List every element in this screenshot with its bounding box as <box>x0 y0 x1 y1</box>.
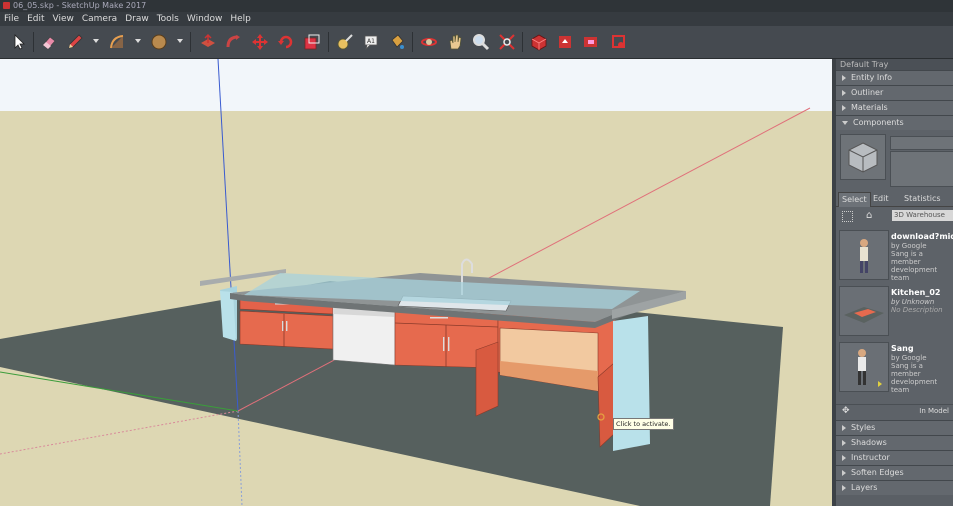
person-figure-icon <box>858 349 882 387</box>
expand-arrow-icon <box>842 74 846 81</box>
menu-edit[interactable]: Edit <box>23 12 48 26</box>
paint-bucket-icon[interactable] <box>386 31 408 53</box>
cabinet-door-open-right <box>597 362 616 448</box>
pencil-icon[interactable] <box>64 31 86 53</box>
sketchup-logo-icon <box>3 2 10 9</box>
panel-instructor[interactable]: Instructor <box>836 450 953 465</box>
menu-file[interactable]: File <box>0 12 23 26</box>
kitchen-model-icon <box>844 307 884 323</box>
tray-title: Default Tray <box>836 59 953 70</box>
zoom-extents-icon[interactable] <box>496 31 518 53</box>
tab-select[interactable]: Select <box>838 192 871 207</box>
add-component-icon[interactable]: ✥ <box>842 406 850 416</box>
component-item[interactable]: Kitchen_02 by Unknown No Description <box>836 286 953 338</box>
window-title: 06_05.skp - SketchUp Make 2017 <box>13 1 147 10</box>
menu-tools[interactable]: Tools <box>153 12 183 26</box>
search-input[interactable]: 3D Warehouse <box>892 210 953 221</box>
panel-components[interactable]: Components <box>836 115 953 130</box>
eraser-icon[interactable] <box>38 31 60 53</box>
pan-icon[interactable] <box>444 31 466 53</box>
move-icon[interactable] <box>249 31 271 53</box>
model-canvas[interactable] <box>0 59 832 506</box>
component-name-field[interactable] <box>890 136 953 150</box>
cabinet-door-open-left <box>475 341 499 417</box>
warehouse-icon[interactable] <box>528 31 550 53</box>
panel-styles[interactable]: Styles <box>836 420 953 435</box>
right-end-wall <box>613 316 650 451</box>
panel-entity-info[interactable]: Entity Info <box>836 70 953 85</box>
expand-arrow-icon <box>842 454 846 461</box>
components-panel-body: Select Edit Statistics ⌂ 3D Warehouse do… <box>836 130 953 420</box>
tooltip: Click to activate. <box>613 418 674 430</box>
tape-measure-icon[interactable] <box>334 31 356 53</box>
follow-me-icon[interactable] <box>223 31 245 53</box>
extension-icon[interactable] <box>580 31 602 53</box>
menu-help[interactable]: Help <box>226 12 255 26</box>
components-footer: ✥ In Model <box>836 404 953 419</box>
zoom-icon[interactable] <box>470 31 492 53</box>
panel-outliner[interactable]: Outliner <box>836 85 953 100</box>
select-icon[interactable] <box>8 31 30 53</box>
default-tray: Default Tray Entity Info Outliner Materi… <box>836 59 953 506</box>
share-model-icon[interactable] <box>554 31 576 53</box>
orbit-icon[interactable] <box>418 31 440 53</box>
tab-edit[interactable]: Edit <box>870 192 892 206</box>
component-preview <box>840 134 886 180</box>
menu-bar: File Edit View Camera Draw Tools Window Help <box>0 12 953 26</box>
expand-arrow-icon <box>842 104 846 111</box>
circle-icon[interactable] <box>148 31 170 53</box>
sky <box>0 59 832 111</box>
in-model-label: In Model <box>919 407 949 415</box>
components-tabs: Select Edit Statistics <box>836 190 953 207</box>
svg-text:A1: A1 <box>367 38 375 45</box>
menu-draw[interactable]: Draw <box>121 12 153 26</box>
rotate-icon[interactable] <box>275 31 297 53</box>
tab-statistics[interactable]: Statistics <box>901 192 944 206</box>
cube-icon <box>848 142 878 173</box>
panel-soften-edges[interactable]: Soften Edges <box>836 465 953 480</box>
person-figure-icon <box>860 239 868 273</box>
view-options-icon[interactable] <box>842 211 853 222</box>
expand-arrow-icon <box>842 469 846 476</box>
component-item[interactable]: download?mid by Google Sang is a member … <box>836 230 953 282</box>
home-icon[interactable]: ⌂ <box>866 210 872 221</box>
push-pull-icon[interactable] <box>197 31 219 53</box>
offset-icon[interactable] <box>301 31 323 53</box>
menu-view[interactable]: View <box>49 12 78 26</box>
components-nav-bar: ⌂ 3D Warehouse <box>836 209 953 223</box>
component-description-field[interactable] <box>890 151 953 187</box>
large-tool-set-toolbar: A1 <box>0 26 953 59</box>
component-item[interactable]: Sang by Google Sang is a member developm… <box>836 342 953 394</box>
panel-layers[interactable]: Layers <box>836 480 953 495</box>
expand-arrow-icon <box>842 484 846 491</box>
model-viewport[interactable]: Click to activate. <box>0 59 832 506</box>
panel-shadows[interactable]: Shadows <box>836 435 953 450</box>
text-icon[interactable]: A1 <box>360 31 382 53</box>
title-bar: 06_05.skp - SketchUp Make 2017 <box>0 0 953 12</box>
add-location-icon[interactable] <box>608 31 630 53</box>
collapse-arrow-icon <box>842 120 848 125</box>
expand-arrow-icon <box>842 424 846 431</box>
panel-materials[interactable]: Materials <box>836 100 953 115</box>
menu-window[interactable]: Window <box>183 12 227 26</box>
expand-arrow-icon <box>842 89 846 96</box>
menu-camera[interactable]: Camera <box>78 12 121 26</box>
expand-arrow-icon <box>842 439 846 446</box>
arc-icon[interactable] <box>106 31 128 53</box>
